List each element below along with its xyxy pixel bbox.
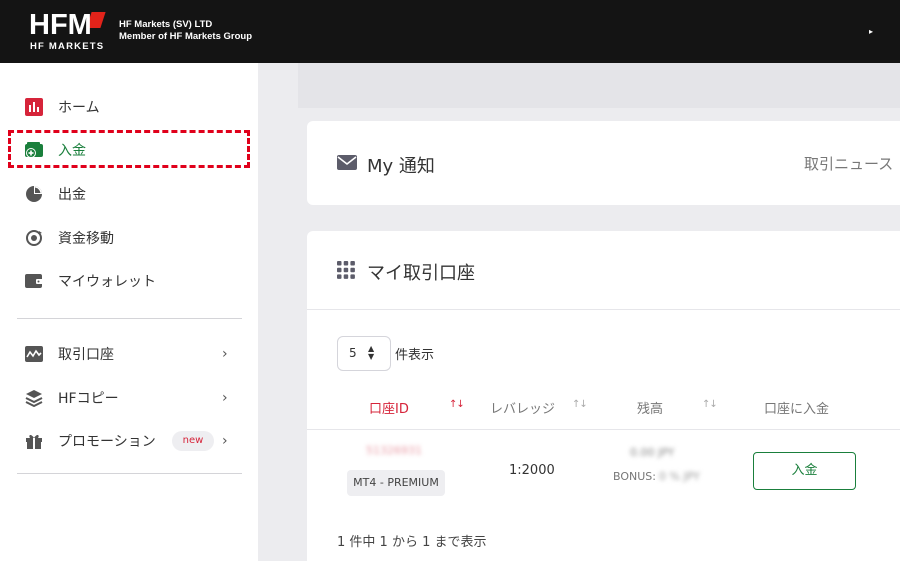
page-size-value: 5 [349,346,357,360]
sort-asc-icon[interactable]: ↑↓ [449,399,465,410]
sidebar-item-label: ホーム [58,100,100,116]
logo-text: HFM [29,9,92,41]
sidebar-item-label: 出金 [58,187,86,203]
sidebar-item-home[interactable]: ホーム [0,89,258,125]
col-header-leverage[interactable]: レバレッジ [490,398,555,417]
trading-accounts-card: マイ取引口座 5 ▲ ▼ 件表示 口座ID ↑↓ レバレッジ ↑↓ 残高 ↑↓ 口… [307,231,900,561]
sidebar-item-trading-accounts[interactable]: 取引口座 › [0,336,258,372]
top-header: HFM HF MARKETS HF Markets (SV) LTD Membe… [0,0,900,63]
sort-icon[interactable]: ↑↓ [702,399,718,410]
account-type-badge: MT4 - PREMIUM [347,470,445,496]
notifications-card: My 通知 取引ニュース [307,121,900,205]
sidebar-item-label: マイウォレット [58,274,156,290]
accounts-title: マイ取引口座 [367,263,475,284]
company-name: HF Markets (SV) LTD [119,19,213,30]
deposit-button[interactable]: 入金 [753,452,856,490]
company-info: HF Markets (SV) LTD Member of HF Markets… [119,19,252,43]
chart-line-icon [24,344,44,364]
col-header-balance[interactable]: 残高 [637,398,663,417]
leverage-value: 1:2000 [509,463,555,478]
trading-news-link[interactable]: 取引ニュース [804,153,893,174]
sidebar-item-label: 取引口座 [58,347,114,363]
sidebar-item-transfer[interactable]: 資金移動 [0,220,258,256]
bar-chart-icon [24,97,44,117]
sidebar-item-label: 資金移動 [58,231,114,247]
top-gray-strip [298,63,900,108]
page-size-select[interactable]: 5 ▲ ▼ [337,336,391,371]
balance-value: 0.00 JPY [630,446,675,459]
logo-subtext: HF MARKETS [30,41,105,52]
col-header-account-id[interactable]: 口座ID [369,398,409,417]
sidebar-divider [17,473,242,474]
mail-icon [337,155,357,174]
table-footer-info: 1 件中 1 から 1 まで表示 [337,535,487,550]
layers-icon [24,388,44,408]
header-menu-caret-icon[interactable]: ▸ [869,27,873,36]
company-group: Member of HF Markets Group [119,31,253,42]
deposit-highlight-box [8,130,250,168]
new-badge: new [172,431,214,451]
notifications-title: My 通知 [367,156,435,177]
sidebar-item-wallet[interactable]: マイウォレット [0,263,258,299]
wallet-icon [24,271,44,291]
gift-icon [24,431,44,451]
sidebar-item-label: HFコピー [58,391,119,407]
card-divider [307,309,900,310]
sidebar-item-promotions[interactable]: プロモーション new › [0,423,258,459]
pie-icon [24,184,44,204]
chevron-right-icon: › [222,346,228,362]
bonus-value: 0 % JPY [659,470,700,483]
hfm-logo[interactable]: HFM HF MARKETS [29,10,111,52]
sidebar-item-withdraw[interactable]: 出金 [0,176,258,212]
grid-icon [337,261,355,283]
page-size-label: 件表示 [395,348,435,363]
chevron-right-icon: › [222,390,228,406]
select-arrows-icon: ▲ ▼ [368,344,375,361]
sidebar-item-label: プロモーション [58,434,156,450]
account-id[interactable]: 51326931 [366,444,422,457]
table-header-divider [307,429,900,430]
sort-icon[interactable]: ↑↓ [572,399,588,410]
col-header-deposit: 口座に入金 [764,402,830,417]
sidebar-divider [17,318,242,319]
chevron-right-icon: › [222,433,228,449]
bonus-label: BONUS: [613,470,656,483]
transfer-icon [24,228,44,248]
sidebar-item-hf-copy[interactable]: HFコピー › [0,380,258,416]
